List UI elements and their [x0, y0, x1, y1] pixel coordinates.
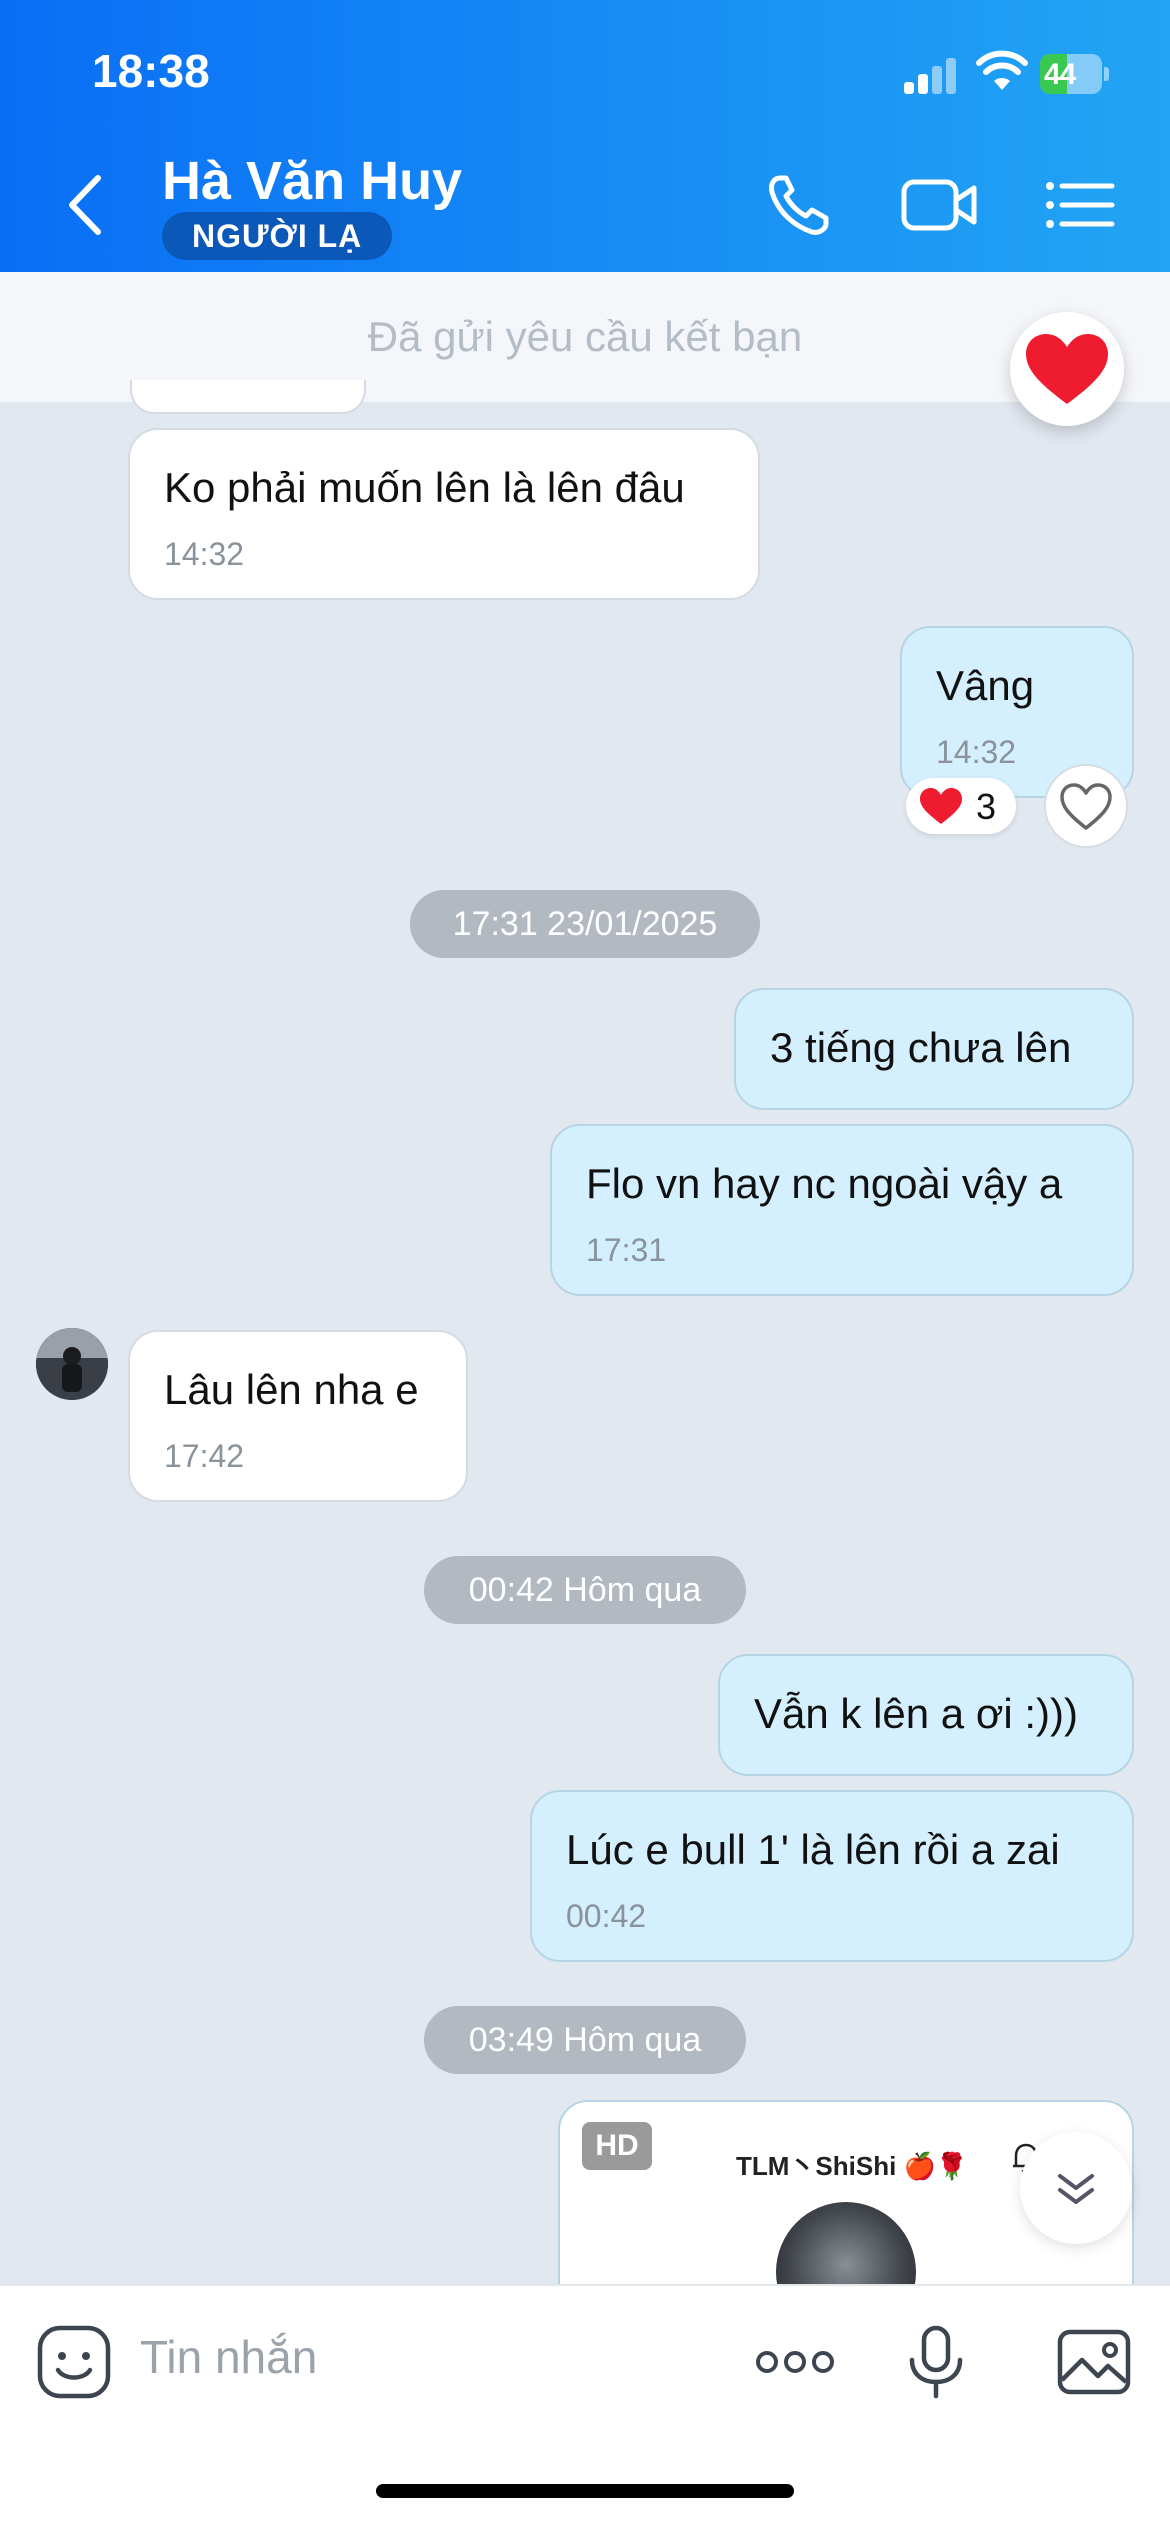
date-separator: 00:42 Hôm qua	[424, 1556, 746, 1624]
message-input[interactable]: Tin nhắn	[140, 2330, 317, 2384]
message-text: Lúc e bull 1' là lên rồi a zai	[566, 1826, 1060, 1873]
message-bubble-outgoing[interactable]: Lúc e bull 1' là lên rồi a zai 00:42	[530, 1790, 1134, 1962]
double-chevron-down-icon	[1058, 2174, 1094, 2204]
home-indicator[interactable]	[376, 2484, 794, 2498]
wifi-icon	[976, 50, 1028, 90]
heart-icon	[1026, 334, 1108, 404]
cellular-signal-icon	[904, 58, 956, 94]
heart-icon	[920, 788, 962, 824]
video-call-icon[interactable]	[900, 170, 980, 240]
message-time: 14:32	[936, 734, 1017, 770]
like-button[interactable]	[1044, 764, 1128, 848]
date-separator: 17:31 23/01/2025	[410, 890, 760, 958]
message-time: 14:32	[164, 536, 245, 572]
sticker-icon[interactable]	[34, 2322, 114, 2402]
message-text: Vẫn k lên a ơi :)))	[754, 1690, 1078, 1737]
message-text: Vâng	[936, 662, 1035, 709]
partial-message-bubble	[130, 380, 366, 414]
reaction-count: 3	[976, 786, 997, 827]
message-time: 17:42	[164, 1438, 245, 1474]
hd-badge: HD	[582, 2122, 652, 2170]
message-text: Flo vn hay nc ngoài vậy a	[586, 1160, 1063, 1207]
more-icon[interactable]	[752, 2322, 838, 2402]
message-text: 3 tiếng chưa lên	[770, 1024, 1072, 1071]
chat-header: 18:38 44 Hà Văn Huy NGƯỜI LẠ	[0, 0, 1170, 272]
battery-level: 44	[1044, 58, 1076, 91]
message-time: 00:42	[566, 1898, 647, 1934]
battery-icon: 44	[1040, 54, 1110, 94]
menu-list-icon[interactable]	[1040, 170, 1120, 240]
stranger-badge: NGƯỜI LẠ	[162, 212, 393, 260]
microphone-icon[interactable]	[896, 2322, 976, 2402]
image-caption: TLM丶ShiShi 🍎🌹	[736, 2151, 969, 2181]
contact-name[interactable]: Hà Văn Huy	[162, 150, 462, 212]
heart-reaction-button[interactable]	[1010, 312, 1124, 426]
scroll-to-bottom-button[interactable]	[1020, 2132, 1132, 2244]
heart-outline-icon	[1060, 783, 1112, 830]
message-time: 17:31	[586, 1232, 667, 1268]
message-bubble-incoming[interactable]: Lâu lên nha e 17:42	[128, 1330, 468, 1502]
date-separator: 03:49 Hôm qua	[424, 2006, 746, 2074]
message-bubble-outgoing[interactable]: Flo vn hay nc ngoài vậy a 17:31	[550, 1124, 1134, 1296]
reaction-summary[interactable]: 3	[906, 778, 1016, 834]
message-bubble-incoming[interactable]: Ko phải muốn lên là lên đâu 14:32	[128, 428, 760, 600]
contact-avatar[interactable]	[36, 1328, 108, 1400]
image-icon[interactable]	[1054, 2322, 1134, 2402]
message-text: Lâu lên nha e	[164, 1366, 419, 1413]
message-text: Ko phải muốn lên là lên đâu	[164, 464, 685, 511]
back-icon[interactable]	[60, 170, 110, 240]
avatar-photo	[36, 1328, 108, 1400]
message-bubble-outgoing[interactable]: 3 tiếng chưa lên	[734, 988, 1134, 1110]
status-time: 18:38	[92, 45, 210, 97]
message-bubble-outgoing[interactable]: Vẫn k lên a ơi :)))	[718, 1654, 1134, 1776]
phone-icon[interactable]	[760, 170, 840, 240]
